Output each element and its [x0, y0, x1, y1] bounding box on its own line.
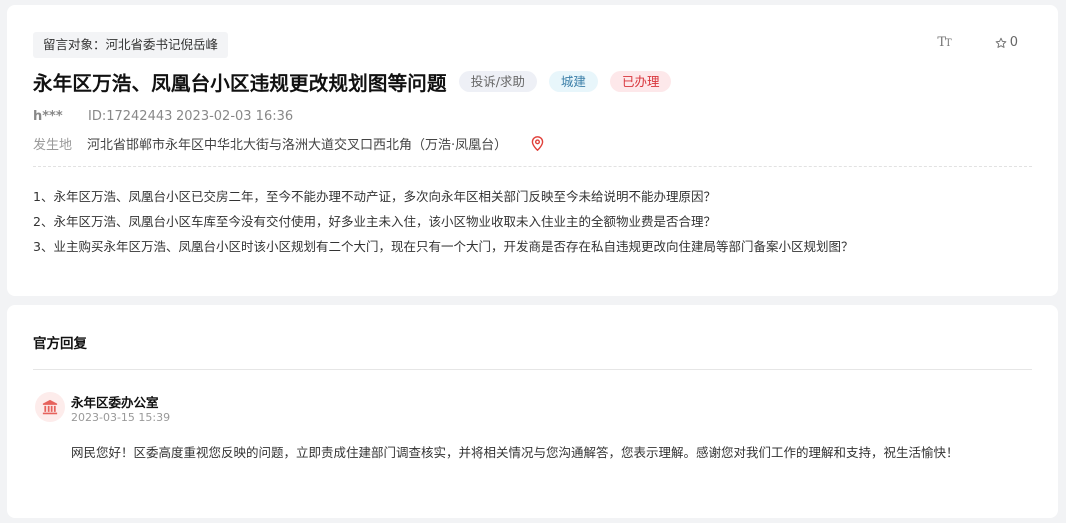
message-tools: TT 0: [937, 35, 1018, 50]
government-building-icon: [35, 392, 65, 422]
favorite-count: 0: [1009, 35, 1018, 50]
message-title: 永年区万浩、凤凰台小区违规更改规划图等问题: [33, 72, 447, 95]
text-size-glyph-large: T: [937, 35, 946, 50]
content-line: 2、永年区万浩、凤凰台小区车库至今没有交付使用，好多业主未入住，该小区物业收取未…: [33, 214, 716, 229]
reply-divider: [33, 369, 1032, 370]
section-divider: [33, 166, 1032, 167]
text-size-glyph-small: T: [945, 38, 952, 49]
department-badge: 城建: [548, 71, 598, 92]
content-line: 1、永年区万浩、凤凰台小区已交房二年，至今不能办理不动产证，多次向永年区相关部门…: [33, 189, 716, 204]
message-meta: h*** ID:17242443 2023-02-03 16:36: [33, 109, 293, 124]
map-pin-icon[interactable]: [531, 136, 544, 151]
official-reply-card: 官方回复 永年区委办公室 2023-03-15 15:39 网民您好！区委高度重…: [7, 305, 1058, 518]
message-content: 1、永年区万浩、凤凰台小区已交房二年，至今不能办理不动产证，多次向永年区相关部门…: [33, 186, 853, 261]
author-name: h***: [33, 109, 63, 124]
message-datetime: 2023-02-03 16:36: [176, 109, 294, 124]
location-text: 河北省邯郸市永年区中华北大街与洛洲大道交叉口西北角（万浩·凤凰台）: [87, 138, 508, 153]
reply-heading: 官方回复: [33, 336, 87, 352]
title-row: 永年区万浩、凤凰台小区违规更改规划图等问题 投诉/求助 城建 已办理: [33, 67, 672, 96]
reply-text: 网民您好！区委高度重视您反映的问题，立即责成住建部门调查核实，并将相关情况与您沟…: [71, 445, 959, 460]
status-badge: 已办理: [609, 71, 672, 92]
reply-datetime: 2023-03-15 15:39: [71, 411, 171, 424]
content-line: 3、业主购买永年区万浩、凤凰台小区时该小区规划有二个大门，现在只有一个大门，开发…: [33, 239, 854, 254]
reply-org-name: 永年区委办公室: [71, 395, 159, 410]
location-label: 发生地: [33, 138, 73, 153]
message-id: ID:17242443: [88, 109, 173, 124]
favorite-button[interactable]: 0: [995, 35, 1018, 50]
message-card: 留言对象：河北省委书记倪岳峰 TT 0 永年区万浩、凤凰台小区违规更改规划图等问…: [7, 5, 1058, 296]
message-target-tag: 留言对象：河北省委书记倪岳峰: [33, 32, 229, 58]
text-size-icon[interactable]: TT: [937, 35, 952, 50]
star-icon: [995, 37, 1007, 48]
category-badge: 投诉/求助: [458, 71, 537, 92]
location-row: 发生地 河北省邯郸市永年区中华北大街与洛洲大道交叉口西北角（万浩·凤凰台）: [33, 134, 544, 153]
